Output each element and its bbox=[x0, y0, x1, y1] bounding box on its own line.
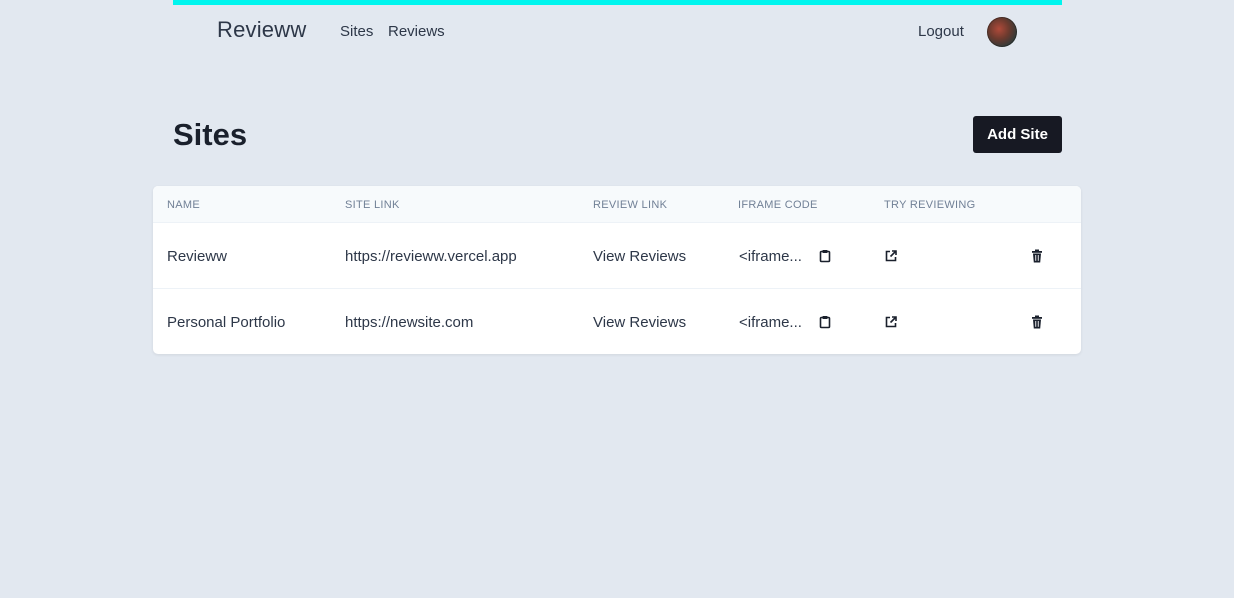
column-header-review-link: REVIEW LINK bbox=[593, 199, 668, 211]
avatar[interactable] bbox=[987, 17, 1017, 47]
column-header-try-reviewing: TRY REVIEWING bbox=[884, 199, 976, 211]
clipboard-icon[interactable] bbox=[818, 315, 832, 329]
brand-logo[interactable]: Revieww bbox=[217, 17, 306, 43]
iframe-code: <iframe... bbox=[739, 314, 802, 331]
view-reviews-link[interactable]: View Reviews bbox=[593, 248, 686, 265]
site-link[interactable]: https://revieww.vercel.app bbox=[345, 248, 517, 265]
column-header-name: NAME bbox=[167, 199, 200, 211]
trash-icon[interactable] bbox=[1030, 249, 1044, 263]
sites-table: NAME SITE LINK REVIEW LINK IFRAME CODE T… bbox=[153, 186, 1081, 354]
table-row: Revieww https://revieww.vercel.app View … bbox=[153, 223, 1081, 289]
column-header-iframe-code: IFRAME CODE bbox=[738, 199, 818, 211]
nav-link-reviews[interactable]: Reviews bbox=[388, 23, 445, 40]
external-link-icon[interactable] bbox=[884, 249, 898, 263]
column-header-site-link: SITE LINK bbox=[345, 199, 400, 211]
clipboard-icon[interactable] bbox=[818, 249, 832, 263]
trash-icon[interactable] bbox=[1030, 315, 1044, 329]
table-header: NAME SITE LINK REVIEW LINK IFRAME CODE T… bbox=[153, 186, 1081, 223]
nav-link-sites[interactable]: Sites bbox=[340, 23, 373, 40]
site-link[interactable]: https://newsite.com bbox=[345, 314, 473, 331]
table-row: Personal Portfolio https://newsite.com V… bbox=[153, 289, 1081, 354]
add-site-button[interactable]: Add Site bbox=[973, 116, 1062, 153]
site-name: Revieww bbox=[167, 248, 228, 265]
navbar: Revieww Sites Reviews Logout bbox=[173, 5, 1062, 59]
external-link-icon[interactable] bbox=[884, 315, 898, 329]
iframe-code: <iframe... bbox=[739, 248, 802, 265]
view-reviews-link[interactable]: View Reviews bbox=[593, 314, 686, 331]
logout-button[interactable]: Logout bbox=[918, 23, 964, 40]
page-title: Sites bbox=[173, 117, 248, 152]
site-name: Personal Portfolio bbox=[167, 314, 286, 331]
